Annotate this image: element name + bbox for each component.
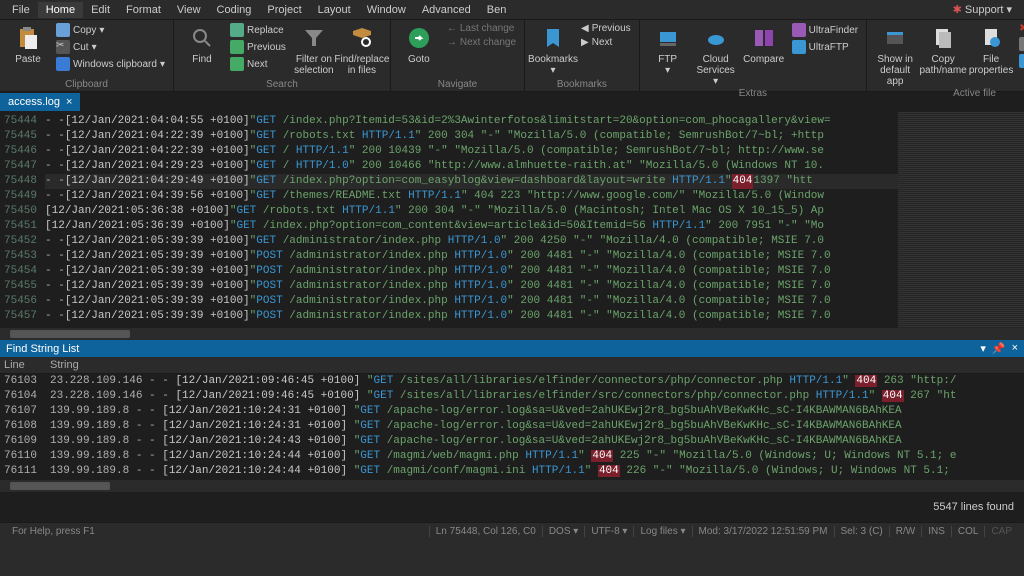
status-bar: For Help, press F1 Ln 75448, Col 126, C0… (0, 522, 1024, 540)
arrow-left-icon: ← (447, 23, 457, 34)
menu-file[interactable]: File (4, 2, 38, 18)
rename-file-button[interactable]: Rename (1017, 36, 1024, 52)
arrow-right-icon: → (447, 37, 457, 48)
pin-icon[interactable]: 📌 (992, 342, 1006, 355)
editor-hscroll[interactable] (0, 328, 1024, 340)
copy-path-button[interactable]: Copy path/name (921, 22, 965, 76)
menu-bar: FileHomeEditFormatViewCodingProjectLayou… (0, 0, 1024, 20)
clipboard-group-label: Clipboard (6, 78, 167, 91)
goto-button[interactable]: Goto (397, 22, 441, 65)
status-col[interactable]: COL (951, 526, 985, 537)
menu-advanced[interactable]: Advanced (414, 2, 479, 18)
status-filetype[interactable]: Log files ▾ (633, 526, 691, 537)
find-in-files-button[interactable]: Find/replace in files (340, 22, 384, 76)
menu-home[interactable]: Home (38, 2, 83, 18)
status-rw: R/W (889, 526, 921, 537)
status-ins[interactable]: INS (921, 526, 951, 537)
find-list-header: Line String (0, 357, 1024, 374)
status-lineending[interactable]: DOS ▾ (542, 526, 584, 537)
find-list-title-bar: Find String List ▾ 📌 × (0, 340, 1024, 357)
menu-project[interactable]: Project (259, 2, 309, 18)
paste-button[interactable]: Paste (6, 22, 50, 65)
find-next-button[interactable]: Next (228, 56, 288, 72)
find-list-title: Find String List (6, 343, 79, 355)
cut-button[interactable]: ✂Cut ▾ (54, 39, 167, 55)
menu-view[interactable]: View (169, 2, 209, 18)
support-menu[interactable]: ✱ Support ▾ (945, 1, 1020, 18)
next-change-button: → Next change (445, 36, 518, 49)
find-result-row[interactable]: 7610423.228.109.146 - - [12/Jan/2021:09:… (0, 389, 1024, 404)
show-in-default-app-button[interactable]: Show in default app (873, 22, 917, 87)
chevron-right-icon: ▶ (581, 37, 589, 48)
status-cap: CAP (984, 526, 1018, 537)
status-help: For Help, press F1 (6, 526, 101, 537)
panel-menu-icon[interactable]: ▾ (980, 342, 986, 355)
ftp-button[interactable]: FTP ▾ (646, 22, 690, 76)
replace-button[interactable]: Replace (228, 22, 288, 38)
find-list-footer: 5547 lines found (0, 492, 1024, 522)
find-result-row[interactable]: 76111139.99.189.8 - - [12/Jan/2021:10:24… (0, 464, 1024, 479)
email-file-button[interactable]: Email (1017, 53, 1024, 69)
find-hscroll[interactable] (0, 480, 1024, 492)
filter-selection-button[interactable]: Filter on selection (292, 22, 336, 76)
find-list-body[interactable]: 7610323.228.109.146 - - [12/Jan/2021:09:… (0, 374, 1024, 480)
editor-pane[interactable]: 7544475445754467544775448754497545075451… (0, 112, 1024, 328)
menu-ben[interactable]: Ben (479, 2, 515, 18)
windows-clipboard-button[interactable]: Windows clipboard ▾ (54, 56, 167, 72)
copy-button[interactable]: Copy ▾ (54, 22, 167, 38)
chevron-left-icon: ◀ (581, 23, 589, 34)
ultraftp-button[interactable]: UltraFTP (790, 39, 860, 55)
find-result-row[interactable]: 76110139.99.189.8 - - [12/Jan/2021:10:24… (0, 449, 1024, 464)
delete-file-button[interactable]: ✖ Delete (1017, 22, 1024, 35)
find-result-row[interactable]: 76109139.99.189.8 - - [12/Jan/2021:10:24… (0, 434, 1024, 449)
find-result-row[interactable]: 76112139.99.189.8 - - [12/Jan/2021:10:24… (0, 479, 1024, 480)
menu-window[interactable]: Window (359, 2, 414, 18)
col-header-line[interactable]: Line (0, 357, 46, 373)
email-icon (1019, 54, 1024, 68)
minimap[interactable] (898, 112, 1024, 328)
close-tab-icon[interactable]: × (66, 96, 72, 108)
bookmarks-button[interactable]: Bookmarks ▾ (531, 22, 575, 76)
tab-bar: access.log × (0, 92, 1024, 112)
code-area[interactable]: - - [12/Jan/2021:04:04:55 +0100] "GET /i… (43, 112, 898, 328)
status-position: Ln 75448, Col 126, C0 (429, 526, 542, 537)
status-modified: Mod: 3/17/2022 12:51:59 PM (692, 526, 834, 537)
rename-icon (1019, 37, 1024, 51)
find-result-row[interactable]: 76108139.99.189.8 - - [12/Jan/2021:10:24… (0, 419, 1024, 434)
find-result-row[interactable]: 7610323.228.109.146 - - [12/Jan/2021:09:… (0, 374, 1024, 389)
last-change-button: ← Last change (445, 22, 518, 35)
find-result-row[interactable]: 76107139.99.189.8 - - [12/Jan/2021:10:24… (0, 404, 1024, 419)
cloud-services-button[interactable]: Cloud Services ▾ (694, 22, 738, 87)
file-tab-access-log[interactable]: access.log × (0, 93, 80, 111)
menu-edit[interactable]: Edit (83, 2, 118, 18)
compare-button[interactable]: Compare (742, 22, 786, 65)
ultrafinder-button[interactable]: UltraFinder (790, 22, 860, 38)
menu-layout[interactable]: Layout (310, 2, 359, 18)
scrollbar-thumb[interactable] (10, 330, 130, 338)
scrollbar-thumb[interactable] (10, 482, 110, 490)
line-gutter: 7544475445754467544775448754497545075451… (0, 112, 43, 328)
file-properties-button[interactable]: File properties (969, 22, 1013, 76)
menu-format[interactable]: Format (118, 2, 169, 18)
col-header-string[interactable]: String (46, 357, 1024, 373)
status-encoding[interactable]: UTF-8 ▾ (584, 526, 633, 537)
delete-icon: ✖ (1019, 23, 1024, 34)
bookmark-previous-button[interactable]: ◀ Previous (579, 22, 633, 35)
ribbon: Paste Copy ▾ ✂Cut ▾ Windows clipboard ▾ … (0, 20, 1024, 92)
find-previous-button[interactable]: Previous (228, 39, 288, 55)
bookmark-next-button[interactable]: ▶ Next (579, 36, 633, 49)
menu-coding[interactable]: Coding (209, 2, 260, 18)
find-button[interactable]: Find (180, 22, 224, 65)
close-panel-icon[interactable]: × (1012, 342, 1018, 355)
scissors-icon: ✂ (56, 40, 70, 54)
status-selection: Sel: 3 (C) (834, 526, 889, 537)
